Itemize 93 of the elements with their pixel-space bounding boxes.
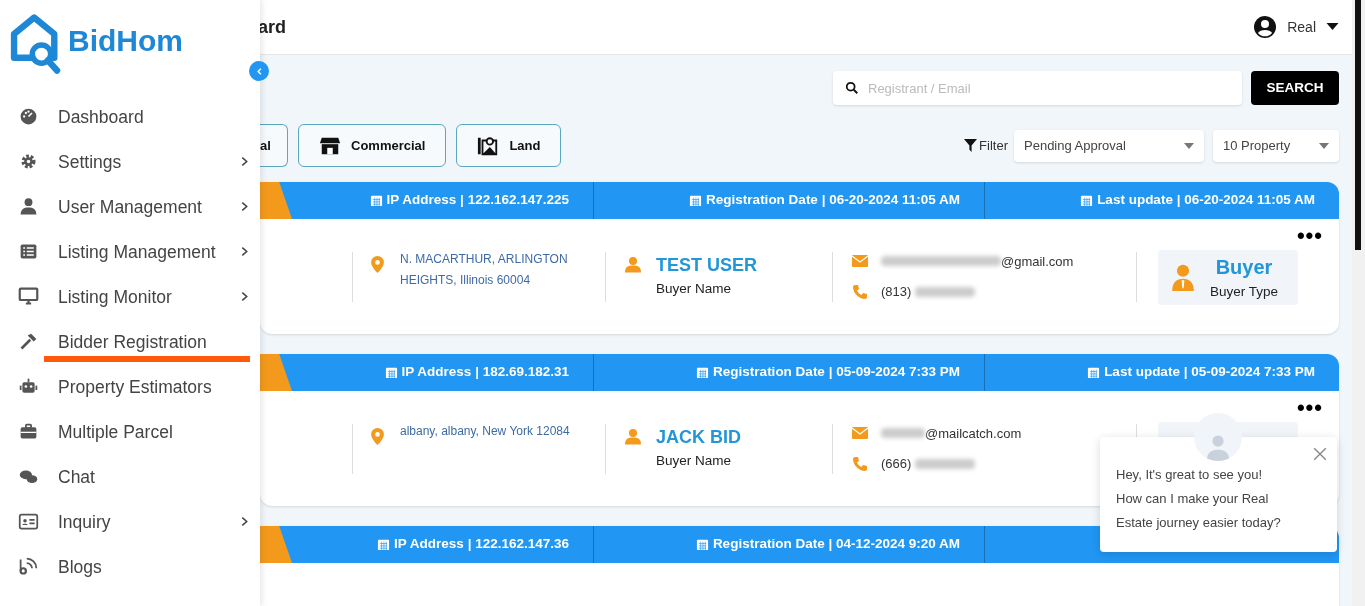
account-icon [1253, 15, 1278, 39]
sidebar-item[interactable]: Inquiry [44, 501, 239, 542]
sidebar-item[interactable]: Settings [44, 141, 239, 182]
location-pin-icon [371, 427, 384, 445]
corner-ribbon [260, 526, 292, 563]
caret-down-icon [1326, 23, 1339, 31]
person-icon [625, 255, 641, 273]
dropdown[interactable]: Pending Approval [1014, 129, 1204, 162]
more-button[interactable]: ••• [1296, 397, 1323, 419]
redacted-blur [881, 428, 925, 439]
dropdown[interactable]: 10 Property [1213, 129, 1339, 162]
sidebar-item[interactable]: Chat [44, 456, 250, 497]
calendar-icon [377, 538, 391, 551]
sidebar-item[interactable]: User Management [44, 186, 239, 227]
buyer-name: JACK BID [656, 425, 741, 449]
redacted-blur [915, 286, 976, 297]
search-button[interactable]: SEARCH [1251, 71, 1339, 105]
address-text: N. MACARTHUR, ARLINGTON HEIGHTS, Illinois 60004 [400, 250, 569, 289]
buyer-name: TEST USER [656, 253, 757, 277]
email-text: @gmail.com [1001, 252, 1074, 271]
field-caption: Buyer Name [656, 279, 733, 298]
sidebar-item[interactable]: Listing Monitor [44, 276, 239, 317]
chat-message-line: How can I make your Real [1116, 490, 1270, 508]
person-icon [625, 427, 641, 445]
scrollbar-thumb[interactable] [1355, 0, 1361, 250]
corner-ribbon [260, 182, 292, 219]
address-text: albany, albany, New York 12084 [400, 422, 571, 440]
chevron-right-icon [239, 156, 250, 167]
header-info: IP Address | 182.69.182.31 [401, 363, 569, 382]
buyer-type: Buyer [1215, 254, 1273, 280]
header-info: Last update | 06-20-2024 11:05 AM [1097, 191, 1315, 210]
sidebar-item[interactable]: Multiple Parcel [44, 411, 250, 452]
id-card-icon [18, 511, 39, 532]
field-caption: Buyer Name [656, 451, 733, 470]
monitor-icon [18, 286, 39, 307]
redacted-blur [915, 458, 976, 469]
blog-icon [18, 556, 39, 577]
businessman-icon [1172, 263, 1194, 291]
filter-label: Filter [979, 136, 1008, 155]
field-caption: Buyer Type [1210, 282, 1279, 301]
calendar-icon [1080, 194, 1094, 207]
close-icon [1313, 447, 1327, 461]
header-info: Registration Date | 06-20-2024 11:05 AM [706, 191, 960, 210]
chevron-right-icon [239, 201, 250, 212]
collapse-button[interactable] [249, 61, 269, 81]
property-type-tab[interactable]: Land [456, 124, 562, 167]
chevron-right-icon [239, 246, 250, 257]
sidebar-item[interactable]: Bidder Registration [44, 321, 250, 362]
location-pin-icon [371, 255, 384, 273]
calendar-icon [689, 194, 703, 207]
sidebar-item[interactable]: Property Estimators [44, 366, 250, 407]
phone-text: (666) [881, 455, 912, 473]
land-plot-icon [477, 134, 500, 157]
calendar-icon [384, 366, 398, 379]
sidebar-item[interactable]: Dashboard [44, 96, 250, 137]
caret-down-icon [1184, 142, 1194, 149]
email-text: @mailcatch.com [925, 424, 1022, 443]
header-info: IP Address | 122.162.147.36 [394, 535, 569, 554]
envelope-icon [852, 255, 868, 268]
filter-icon [964, 139, 978, 152]
chevron-right-icon [239, 516, 250, 527]
hammer-icon [18, 331, 39, 352]
caret-down-icon [1319, 142, 1329, 149]
envelope-icon [852, 427, 868, 440]
property-type-tab[interactable]: Commercial [298, 124, 447, 167]
search-icon [845, 81, 859, 95]
header-info: IP Address | 122.162.147.225 [386, 191, 569, 210]
calendar-icon [369, 194, 383, 207]
more-button[interactable]: ••• [1296, 225, 1323, 247]
brand-name: BidHom [68, 22, 183, 59]
sidebar-item[interactable]: Listing Management [44, 231, 239, 272]
header-info: Last update | 05-09-2024 7:33 PM [1104, 363, 1315, 382]
sidebar-item[interactable]: Blogs [44, 546, 250, 587]
header-info: Registration Date | 04-12-2024 9:20 AM [712, 535, 960, 554]
calendar-icon [1087, 366, 1101, 379]
header-info: Registration Date | 05-09-2024 7:33 PM [713, 363, 960, 382]
gauge-icon [18, 106, 39, 127]
corner-ribbon [260, 354, 292, 391]
chat-message-line: Estate journey easier today? [1116, 514, 1282, 532]
calendar-icon [695, 538, 709, 551]
page-title: ard [258, 15, 286, 39]
property-type-tab[interactable]: al [260, 124, 288, 167]
calendar-icon [696, 366, 710, 379]
phone-text: (813) [881, 283, 912, 301]
chat-message-line: Hey, It's great to see you! [1116, 466, 1264, 484]
briefcase-icon [18, 421, 39, 442]
phone-icon [852, 455, 868, 472]
chevron-right-icon [239, 291, 250, 302]
chevron-left-icon [254, 66, 264, 76]
phone-icon [852, 283, 868, 300]
user-name[interactable]: Real [1287, 16, 1316, 38]
user-icon [18, 196, 39, 217]
search-field[interactable]: Registrant / Email [833, 71, 1242, 105]
